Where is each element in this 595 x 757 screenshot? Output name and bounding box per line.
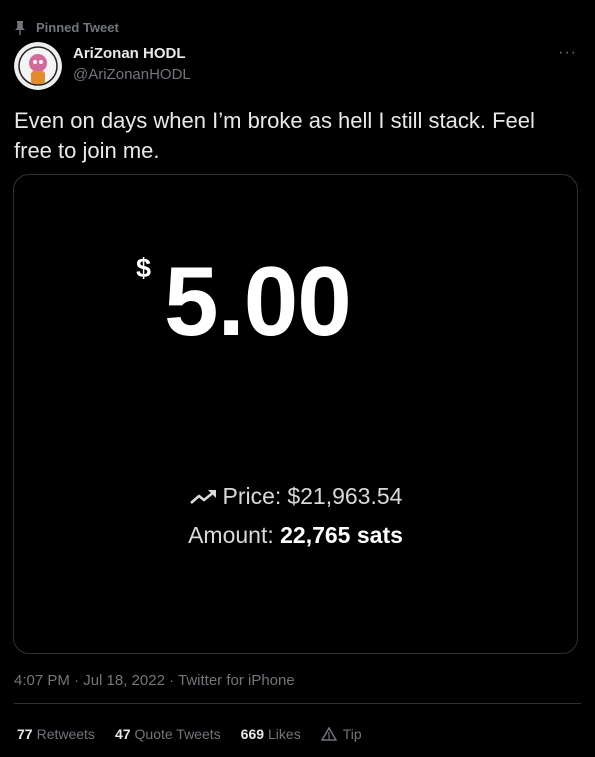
amount-row: Amount: 22,765 sats xyxy=(14,522,577,549)
quote-tweets-stat[interactable]: 47 Quote Tweets xyxy=(115,726,221,742)
author-name[interactable]: AriZonan HODL xyxy=(73,45,186,62)
likes-stat[interactable]: 669 Likes xyxy=(241,726,301,742)
tweet-meta[interactable]: 4:07 PM · Jul 18, 2022 · Twitter for iPh… xyxy=(14,672,295,689)
tip-icon xyxy=(320,727,337,741)
tweet-text: Even on days when I’m broke as hell I st… xyxy=(14,108,535,163)
retweets-count: 77 xyxy=(17,726,33,742)
avatar[interactable] xyxy=(14,42,62,90)
more-icon[interactable]: ··· xyxy=(558,44,577,62)
retweets-stat[interactable]: 77 Retweets xyxy=(17,726,95,742)
amount-label: Amount: xyxy=(188,522,274,548)
tip-button[interactable]: Tip xyxy=(320,726,362,742)
tip-label: Tip xyxy=(342,726,362,742)
likes-label: Likes xyxy=(268,726,301,742)
pinned-tweet-label: Pinned Tweet xyxy=(14,20,119,35)
quotes-label: Quote Tweets xyxy=(134,726,221,742)
retweets-label: Retweets xyxy=(36,726,95,742)
amount-display: 5.00 xyxy=(164,246,352,356)
avatar-image xyxy=(14,42,62,90)
likes-count: 669 xyxy=(240,726,265,742)
author-handle[interactable]: @AriZonanHODL xyxy=(73,66,191,83)
pin-icon xyxy=(15,20,25,35)
currency-symbol: $ xyxy=(136,253,152,283)
quotes-count: 47 xyxy=(114,726,131,742)
tweet-media[interactable]: $ 5.00 Price: $21,963.54 Amount: 22,765 … xyxy=(13,174,578,654)
trend-up-icon xyxy=(189,489,216,504)
amount-value: 22,765 sats xyxy=(280,522,403,548)
divider xyxy=(14,703,581,704)
pinned-text: Pinned Tweet xyxy=(36,20,119,35)
tweet-stats: 77 Retweets 47 Quote Tweets 669 Likes Tip xyxy=(17,726,362,742)
price-value: $21,963.54 xyxy=(287,483,403,509)
price-label: Price: xyxy=(222,483,282,509)
price-row: Price: $21,963.54 xyxy=(14,483,577,510)
